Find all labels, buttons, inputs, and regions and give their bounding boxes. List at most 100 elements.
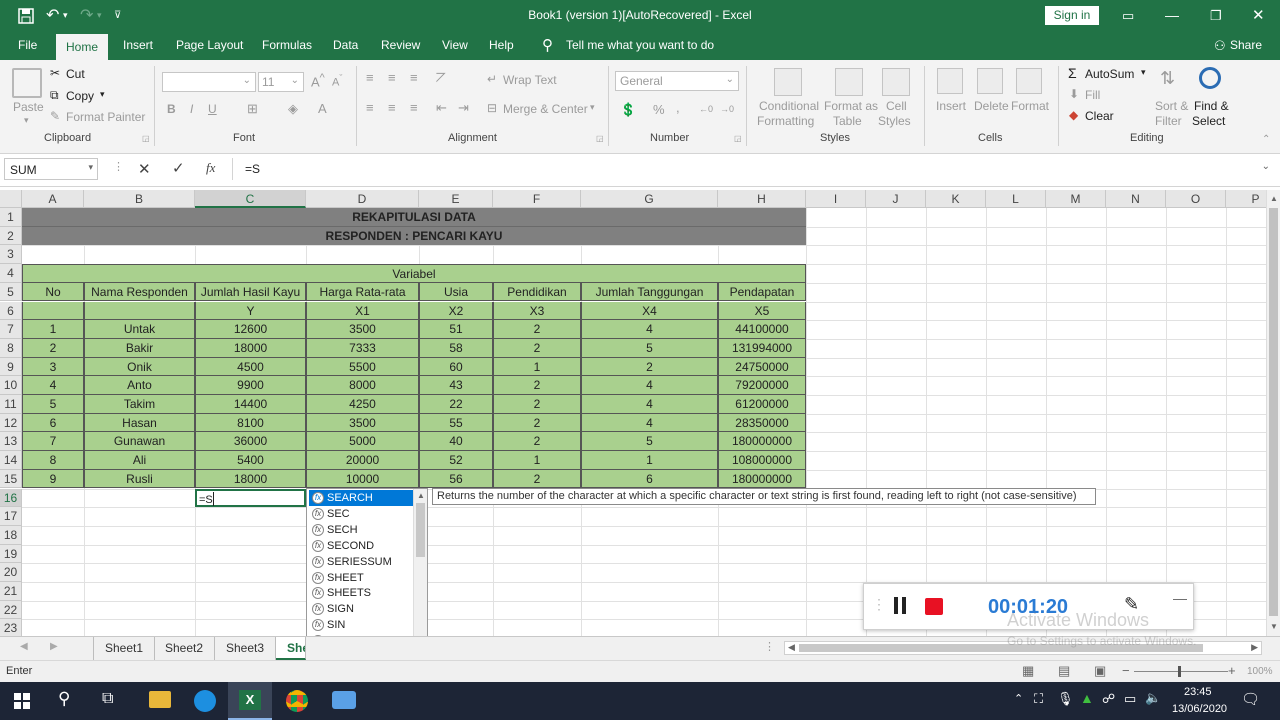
windows-start-icon[interactable] [14, 693, 30, 709]
tray-overflow-icon[interactable]: ⌃ [1014, 692, 1023, 705]
align-middle-icon[interactable]: ≡ [388, 70, 396, 85]
code-cell[interactable]: X5 [718, 301, 806, 321]
column-header-k[interactable]: K [926, 190, 986, 208]
normal-view-icon[interactable]: ▦ [1022, 663, 1034, 679]
data-cell[interactable]: 6 [581, 469, 718, 489]
data-cell[interactable]: Rusli [84, 469, 195, 489]
data-cell[interactable]: 3500 [306, 320, 419, 339]
italic-button[interactable]: I [190, 102, 193, 116]
cancel-icon[interactable]: ✕ [138, 160, 151, 178]
scroll-up-icon[interactable]: ▲ [1270, 194, 1278, 203]
data-cell[interactable]: 180000000 [718, 469, 806, 489]
code-cell[interactable] [22, 301, 84, 321]
number-format-dropdown-icon[interactable]: ⌄ [726, 74, 734, 85]
conditional-formatting-icon[interactable] [774, 68, 802, 96]
data-cell[interactable]: Gunawan [84, 432, 195, 452]
decrease-decimal-icon[interactable]: →0 [720, 104, 734, 114]
minimize-icon[interactable]: — [1165, 0, 1179, 31]
data-cell[interactable]: 2 [22, 338, 84, 358]
clock-date[interactable]: 13/06/2020 [1172, 703, 1227, 715]
screen-recorder-app-icon[interactable] [332, 691, 356, 709]
header-cell[interactable]: Jumlah Hasil Kayu [195, 282, 306, 302]
data-cell[interactable]: 1 [493, 357, 581, 377]
row-header-2[interactable]: 2 [0, 226, 22, 246]
row-header-14[interactable]: 14 [0, 451, 22, 470]
microphone-icon[interactable]: 🎙 [1057, 691, 1074, 707]
row-header-16[interactable]: 16 [0, 488, 22, 508]
header-cell[interactable]: No [22, 282, 84, 302]
data-cell[interactable]: 4250 [306, 395, 419, 414]
data-cell[interactable]: 2 [493, 413, 581, 433]
autocomplete-item[interactable]: fx SIN [309, 617, 415, 633]
data-cell[interactable]: 2 [493, 469, 581, 489]
data-cell[interactable]: 55 [419, 413, 493, 433]
ribbon-display-icon[interactable]: ▭ [1122, 0, 1134, 31]
data-cell[interactable]: 131994000 [718, 338, 806, 358]
data-cell[interactable]: 24750000 [718, 357, 806, 377]
font-color-icon[interactable]: A [318, 101, 327, 116]
data-cell[interactable]: 3500 [306, 413, 419, 433]
data-cell[interactable]: 43 [419, 376, 493, 395]
paste-button[interactable]: Paste [13, 100, 44, 114]
data-cell[interactable]: Ali [84, 451, 195, 470]
borders-icon[interactable]: ⊞ [247, 101, 258, 117]
data-cell[interactable]: 51 [419, 320, 493, 339]
network-icon[interactable]: ☍ [1102, 691, 1115, 707]
row-header-6[interactable]: 6 [0, 301, 22, 321]
increase-indent-icon[interactable]: ⇥ [458, 100, 469, 116]
column-header-j[interactable]: J [866, 190, 926, 208]
paste-icon[interactable] [12, 68, 42, 98]
tab-insert[interactable]: Insert [113, 31, 163, 60]
enter-check-icon[interactable]: ✓ [172, 159, 185, 177]
row-header-8[interactable]: 8 [0, 338, 22, 358]
page-layout-view-icon[interactable]: ▤ [1058, 663, 1070, 679]
row-header-13[interactable]: 13 [0, 432, 22, 452]
format-as-table-label-1[interactable]: Format as [824, 99, 878, 113]
font-name-box[interactable]: ⌄ [162, 72, 256, 92]
align-center-icon[interactable]: ≡ [388, 100, 396, 115]
zoom-in-icon[interactable]: + [1228, 663, 1236, 678]
zoom-slider[interactable] [1134, 671, 1228, 672]
format-as-table-label-2[interactable]: Table [833, 114, 862, 128]
format-cells-icon[interactable] [1016, 68, 1042, 94]
autocomplete-item[interactable]: fx SIGN [309, 601, 415, 617]
autosum-icon[interactable]: Σ [1068, 65, 1077, 81]
autosum-button[interactable]: AutoSum [1085, 67, 1134, 81]
collapse-ribbon-icon[interactable]: ⌃ [1262, 134, 1270, 145]
recorder-drag-handle-icon[interactable]: ⋮ [872, 596, 886, 613]
sheet-tab-2[interactable]: Sheet2 [154, 637, 216, 660]
data-cell[interactable]: 18000 [195, 469, 306, 489]
data-cell[interactable]: 40 [419, 432, 493, 452]
data-cell[interactable]: 4 [581, 320, 718, 339]
data-cell[interactable]: Onik [84, 357, 195, 377]
code-cell[interactable]: Y [195, 301, 306, 321]
row-header-15[interactable]: 15 [0, 469, 22, 489]
data-cell[interactable]: 108000000 [718, 451, 806, 470]
paste-dropdown-icon[interactable]: ▾ [24, 115, 29, 126]
page-break-view-icon[interactable]: ▣ [1094, 663, 1106, 679]
row-header-1[interactable]: 1 [0, 208, 22, 227]
data-cell[interactable]: 4 [581, 376, 718, 395]
clock-time[interactable]: 23:45 [1184, 686, 1212, 698]
conditional-formatting-label-1[interactable]: Conditional [759, 99, 819, 113]
fill-color-icon[interactable]: ◈ [288, 101, 298, 117]
row-header-19[interactable]: 19 [0, 544, 22, 564]
column-header-f[interactable]: F [493, 190, 581, 208]
row-header-20[interactable]: 20 [0, 563, 22, 582]
file-explorer-icon[interactable] [149, 691, 171, 708]
tab-view[interactable]: View [432, 31, 478, 60]
percent-button[interactable]: % [653, 102, 665, 117]
customize-qat-icon[interactable]: ⊽ [114, 0, 121, 31]
sort-filter-label-1[interactable]: Sort & [1155, 99, 1188, 113]
column-header-m[interactable]: M [1046, 190, 1106, 208]
wrap-text-button[interactable]: Wrap Text [503, 73, 557, 87]
fill-button[interactable]: Fill [1085, 88, 1100, 102]
align-left-icon[interactable]: ≡ [366, 100, 374, 115]
column-header-h[interactable]: H [718, 190, 806, 208]
alignment-launcher-icon[interactable]: ◲ [596, 134, 604, 143]
autocomplete-item[interactable]: fx SEC [309, 506, 415, 522]
data-cell[interactable]: 2 [493, 338, 581, 358]
data-cell[interactable]: 8 [22, 451, 84, 470]
insert-cells-icon[interactable] [937, 68, 963, 94]
task-view-icon[interactable]: ⧉ [102, 690, 113, 708]
